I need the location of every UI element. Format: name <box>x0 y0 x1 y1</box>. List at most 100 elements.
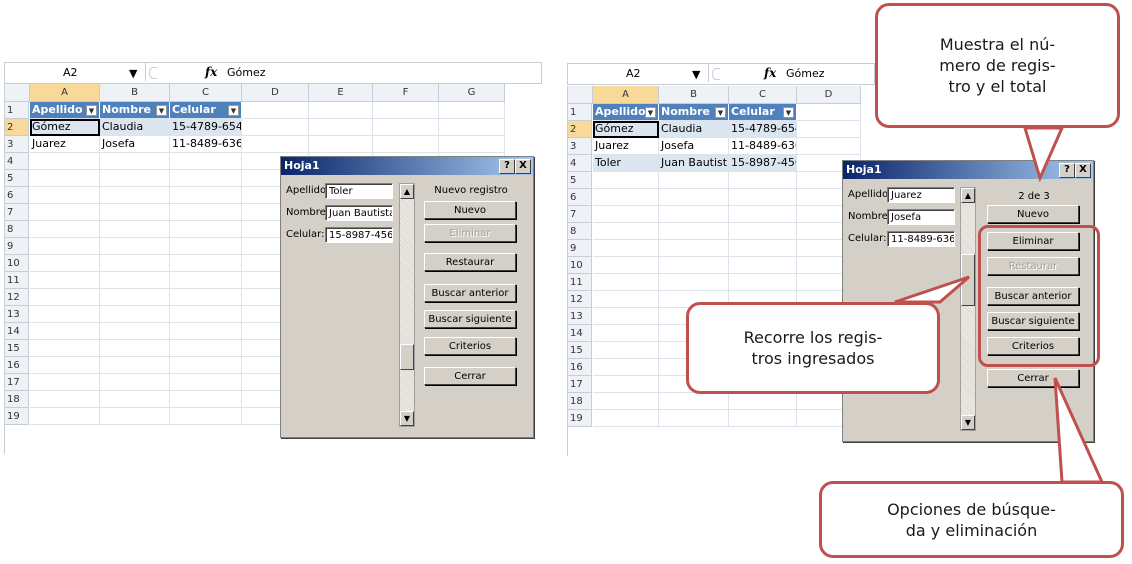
cell[interactable] <box>100 323 170 340</box>
cell[interactable] <box>593 410 659 427</box>
table-cell[interactable]: Gómez <box>593 121 659 138</box>
cell[interactable] <box>100 170 170 187</box>
cell[interactable] <box>30 323 100 340</box>
cell[interactable] <box>729 206 797 223</box>
column-header[interactable]: A <box>30 84 100 102</box>
cell[interactable] <box>593 240 659 257</box>
row-header[interactable]: 14 <box>5 323 29 340</box>
cell[interactable] <box>797 104 861 121</box>
cell[interactable] <box>593 342 659 359</box>
row-header[interactable]: 15 <box>568 342 592 359</box>
row-header[interactable]: 6 <box>5 187 29 204</box>
cell[interactable] <box>729 257 797 274</box>
scroll-down-icon[interactable]: ▼ <box>400 411 414 426</box>
row-header[interactable]: 2 <box>5 119 29 136</box>
help-button[interactable]: ? <box>1059 163 1075 178</box>
surname-field[interactable]: Juarez <box>887 187 955 203</box>
cell[interactable] <box>30 289 100 306</box>
table-cell[interactable]: 11-8489-6363 <box>170 136 242 153</box>
column-header[interactable]: E <box>309 84 373 102</box>
cell[interactable] <box>729 189 797 206</box>
cell[interactable] <box>593 393 659 410</box>
surname-field[interactable]: Toler <box>325 183 393 199</box>
cell[interactable] <box>30 170 100 187</box>
new-button[interactable]: Nuevo <box>987 205 1079 223</box>
row-header[interactable]: 4 <box>5 153 29 170</box>
scroll-down-icon[interactable]: ▼ <box>961 415 975 430</box>
cell[interactable] <box>593 172 659 189</box>
row-header[interactable]: 12 <box>5 289 29 306</box>
row-header[interactable]: 5 <box>5 170 29 187</box>
cell[interactable] <box>30 408 100 425</box>
cell[interactable] <box>309 102 373 119</box>
row-header[interactable]: 9 <box>5 238 29 255</box>
table-cell[interactable]: 11-8489-6363 <box>729 138 797 155</box>
record-scrollbar[interactable]: ▲ ▼ <box>960 187 976 431</box>
cell[interactable] <box>170 153 242 170</box>
cell[interactable] <box>309 136 373 153</box>
table-cell[interactable]: Josefa <box>100 136 170 153</box>
filter-dropdown-icon[interactable]: ▼ <box>228 105 239 116</box>
row-header[interactable]: 10 <box>5 255 29 272</box>
scroll-up-icon[interactable]: ▲ <box>961 188 975 203</box>
row-header[interactable]: 10 <box>568 257 592 274</box>
cell[interactable] <box>659 206 729 223</box>
row-header[interactable]: 1 <box>568 104 592 121</box>
cell[interactable] <box>593 291 659 308</box>
record-scrollbar[interactable]: ▲ ▼ <box>399 183 415 427</box>
cell[interactable] <box>593 325 659 342</box>
cell[interactable] <box>659 410 729 427</box>
row-header[interactable]: 7 <box>568 206 592 223</box>
cell[interactable] <box>170 272 242 289</box>
cell[interactable] <box>170 170 242 187</box>
formula-value[interactable]: Gómez <box>786 67 825 80</box>
cell[interactable] <box>30 153 100 170</box>
name-box[interactable]: A2 ▼ <box>5 63 146 81</box>
cell[interactable] <box>30 204 100 221</box>
row-header[interactable]: 3 <box>568 138 592 155</box>
row-header[interactable]: 4 <box>568 155 592 172</box>
row-header[interactable]: 7 <box>5 204 29 221</box>
formula-value[interactable]: Gómez <box>227 66 266 79</box>
cell[interactable] <box>373 136 439 153</box>
cell[interactable] <box>30 272 100 289</box>
cell[interactable] <box>729 223 797 240</box>
cell[interactable] <box>100 221 170 238</box>
row-header[interactable]: 16 <box>568 359 592 376</box>
row-header[interactable]: 16 <box>5 357 29 374</box>
cell[interactable] <box>593 376 659 393</box>
cell[interactable] <box>100 153 170 170</box>
cell[interactable] <box>30 306 100 323</box>
cell[interactable] <box>729 274 797 291</box>
chevron-down-icon[interactable]: ▼ <box>129 67 137 80</box>
find-prev-button[interactable]: Buscar anterior <box>424 284 516 302</box>
function-icon[interactable]: fx <box>205 65 217 79</box>
cell[interactable] <box>797 121 861 138</box>
column-header[interactable]: D <box>242 84 309 102</box>
filter-dropdown-icon[interactable]: ▼ <box>645 107 656 118</box>
chevron-down-icon[interactable]: ▼ <box>692 68 700 81</box>
cell[interactable] <box>797 138 861 155</box>
column-header[interactable]: B <box>659 86 729 104</box>
filter-dropdown-icon[interactable]: ▼ <box>86 105 97 116</box>
filter-dropdown-icon[interactable]: ▼ <box>156 105 167 116</box>
cell[interactable] <box>100 238 170 255</box>
cell[interactable] <box>659 393 729 410</box>
cell[interactable] <box>170 255 242 272</box>
table-cell[interactable]: Juarez <box>593 138 659 155</box>
cell[interactable] <box>100 306 170 323</box>
cell[interactable] <box>439 102 505 119</box>
phone-field[interactable]: 15-8987-4565 <box>325 227 393 243</box>
name-field[interactable]: Juan Bautista <box>325 205 393 221</box>
cell[interactable] <box>729 410 797 427</box>
cell[interactable] <box>593 308 659 325</box>
cell[interactable] <box>30 187 100 204</box>
row-header[interactable]: 8 <box>568 223 592 240</box>
column-header[interactable]: G <box>439 84 505 102</box>
cell[interactable] <box>170 374 242 391</box>
column-header[interactable]: C <box>729 86 797 104</box>
cell[interactable] <box>170 289 242 306</box>
table-cell[interactable]: Juan Bautist <box>659 155 729 172</box>
table-cell[interactable]: Juarez <box>30 136 100 153</box>
table-cell[interactable]: Gómez <box>30 119 100 136</box>
